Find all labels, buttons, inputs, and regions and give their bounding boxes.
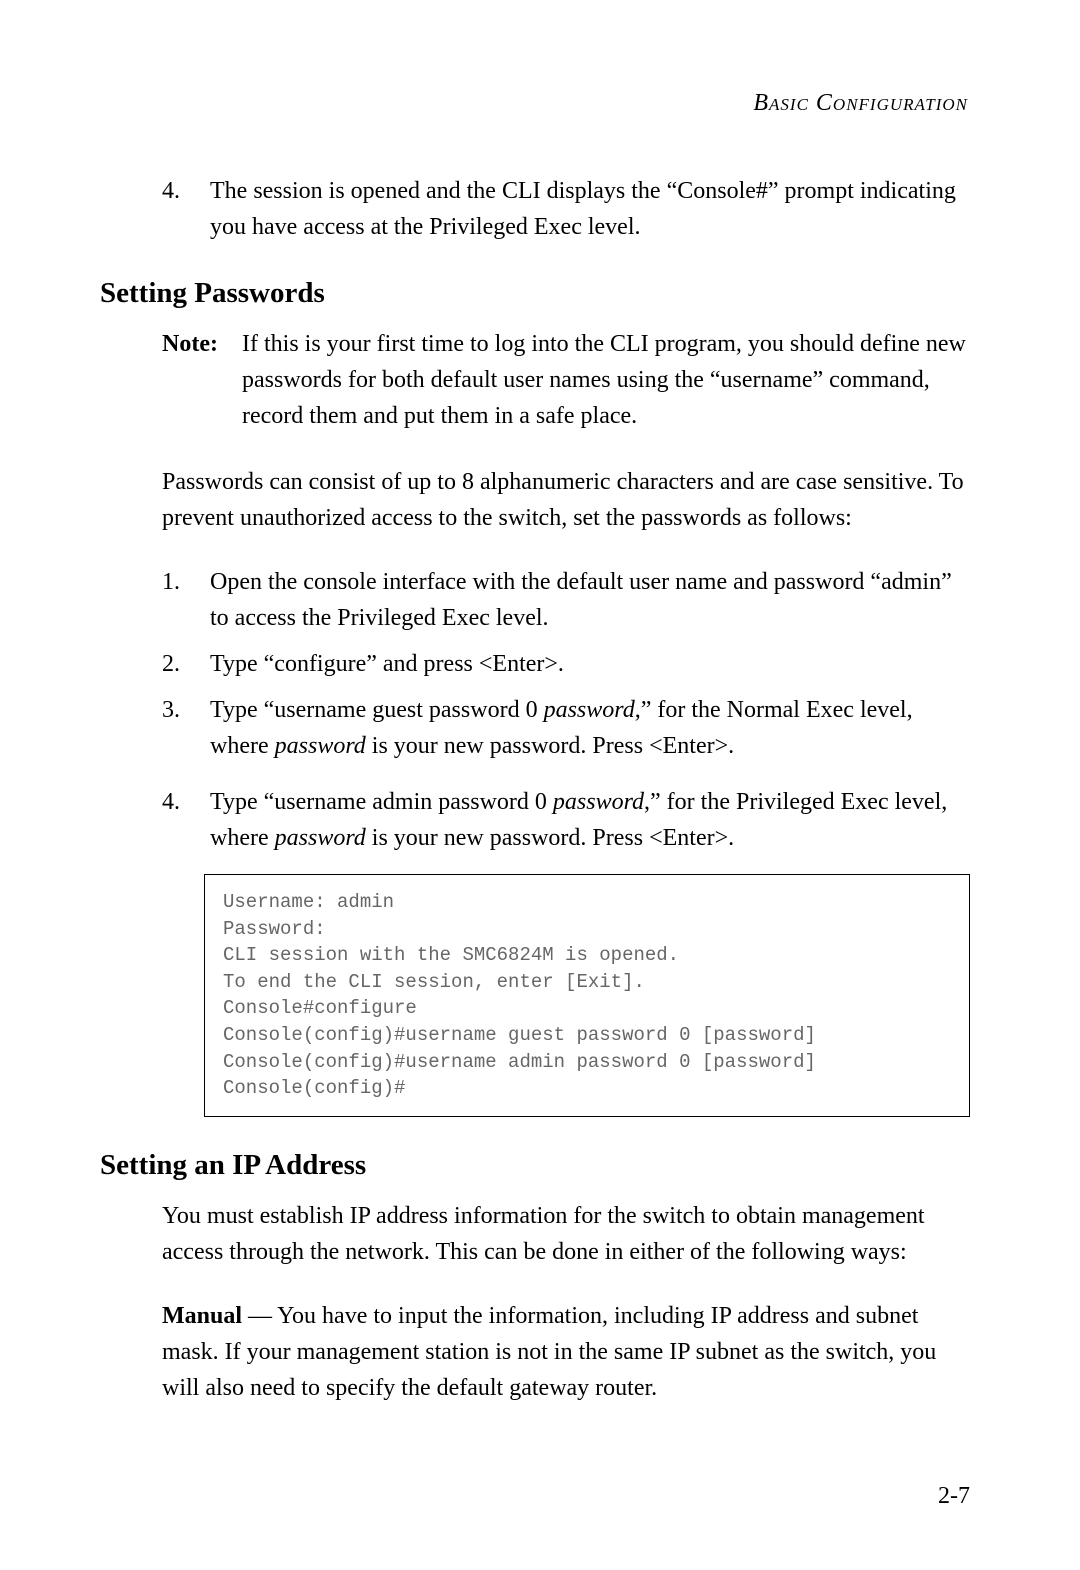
emphasis: password [553,789,644,815]
list-number: 1. [162,564,210,636]
body-paragraph: You must establish IP address informatio… [162,1198,970,1270]
page-number: 2-7 [938,1483,970,1510]
list-text: The session is opened and the CLI displa… [210,173,970,245]
emphasis: password [275,733,366,759]
text-fragment: Type “username admin password 0 [210,789,553,815]
emphasis: password [275,825,366,851]
emphasis: password [544,697,635,723]
list-item: 4. The session is opened and the CLI dis… [162,173,970,245]
list-item: 3. Type “username guest password 0 passw… [162,692,970,764]
list-number: 4. [162,784,210,856]
ordered-list: 1. Open the console interface with the d… [162,564,970,856]
term-label: Manual [162,1303,242,1329]
text-fragment: is your new password. Press <Enter>. [366,825,734,851]
list-item: 4. Type “username admin password 0 passw… [162,784,970,856]
text-fragment: You have to input the information, inclu… [162,1303,936,1401]
body-paragraph: Manual — You have to input the informati… [162,1298,970,1406]
list-item: 1. Open the console interface with the d… [162,564,970,636]
list-text: Open the console interface with the defa… [210,564,970,636]
note-block: Note: If this is your first time to log … [162,326,970,434]
list-text: Type “username admin password 0 password… [210,784,970,856]
note-text: If this is your first time to log into t… [242,326,970,434]
separator: — [242,1303,277,1329]
list-number: 2. [162,646,210,682]
running-header: Basic Configuration [100,90,970,117]
list-number: 4. [162,173,210,245]
list-text: Type “configure” and press <Enter>. [210,646,970,682]
list-number: 3. [162,692,210,764]
body-paragraph: Passwords can consist of up to 8 alphanu… [162,464,970,536]
note-label: Note: [162,326,242,434]
list-item: 2. Type “configure” and press <Enter>. [162,646,970,682]
heading-setting-passwords: Setting Passwords [100,277,970,310]
text-fragment: Type “username guest password 0 [210,697,544,723]
list-text: Type “username guest password 0 password… [210,692,970,764]
terminal-output: Username: admin Password: CLI session wi… [204,874,970,1117]
text-fragment: is your new password. Press <Enter>. [366,733,734,759]
continued-list: 4. The session is opened and the CLI dis… [162,173,970,245]
heading-setting-ip-address: Setting an IP Address [100,1149,970,1182]
